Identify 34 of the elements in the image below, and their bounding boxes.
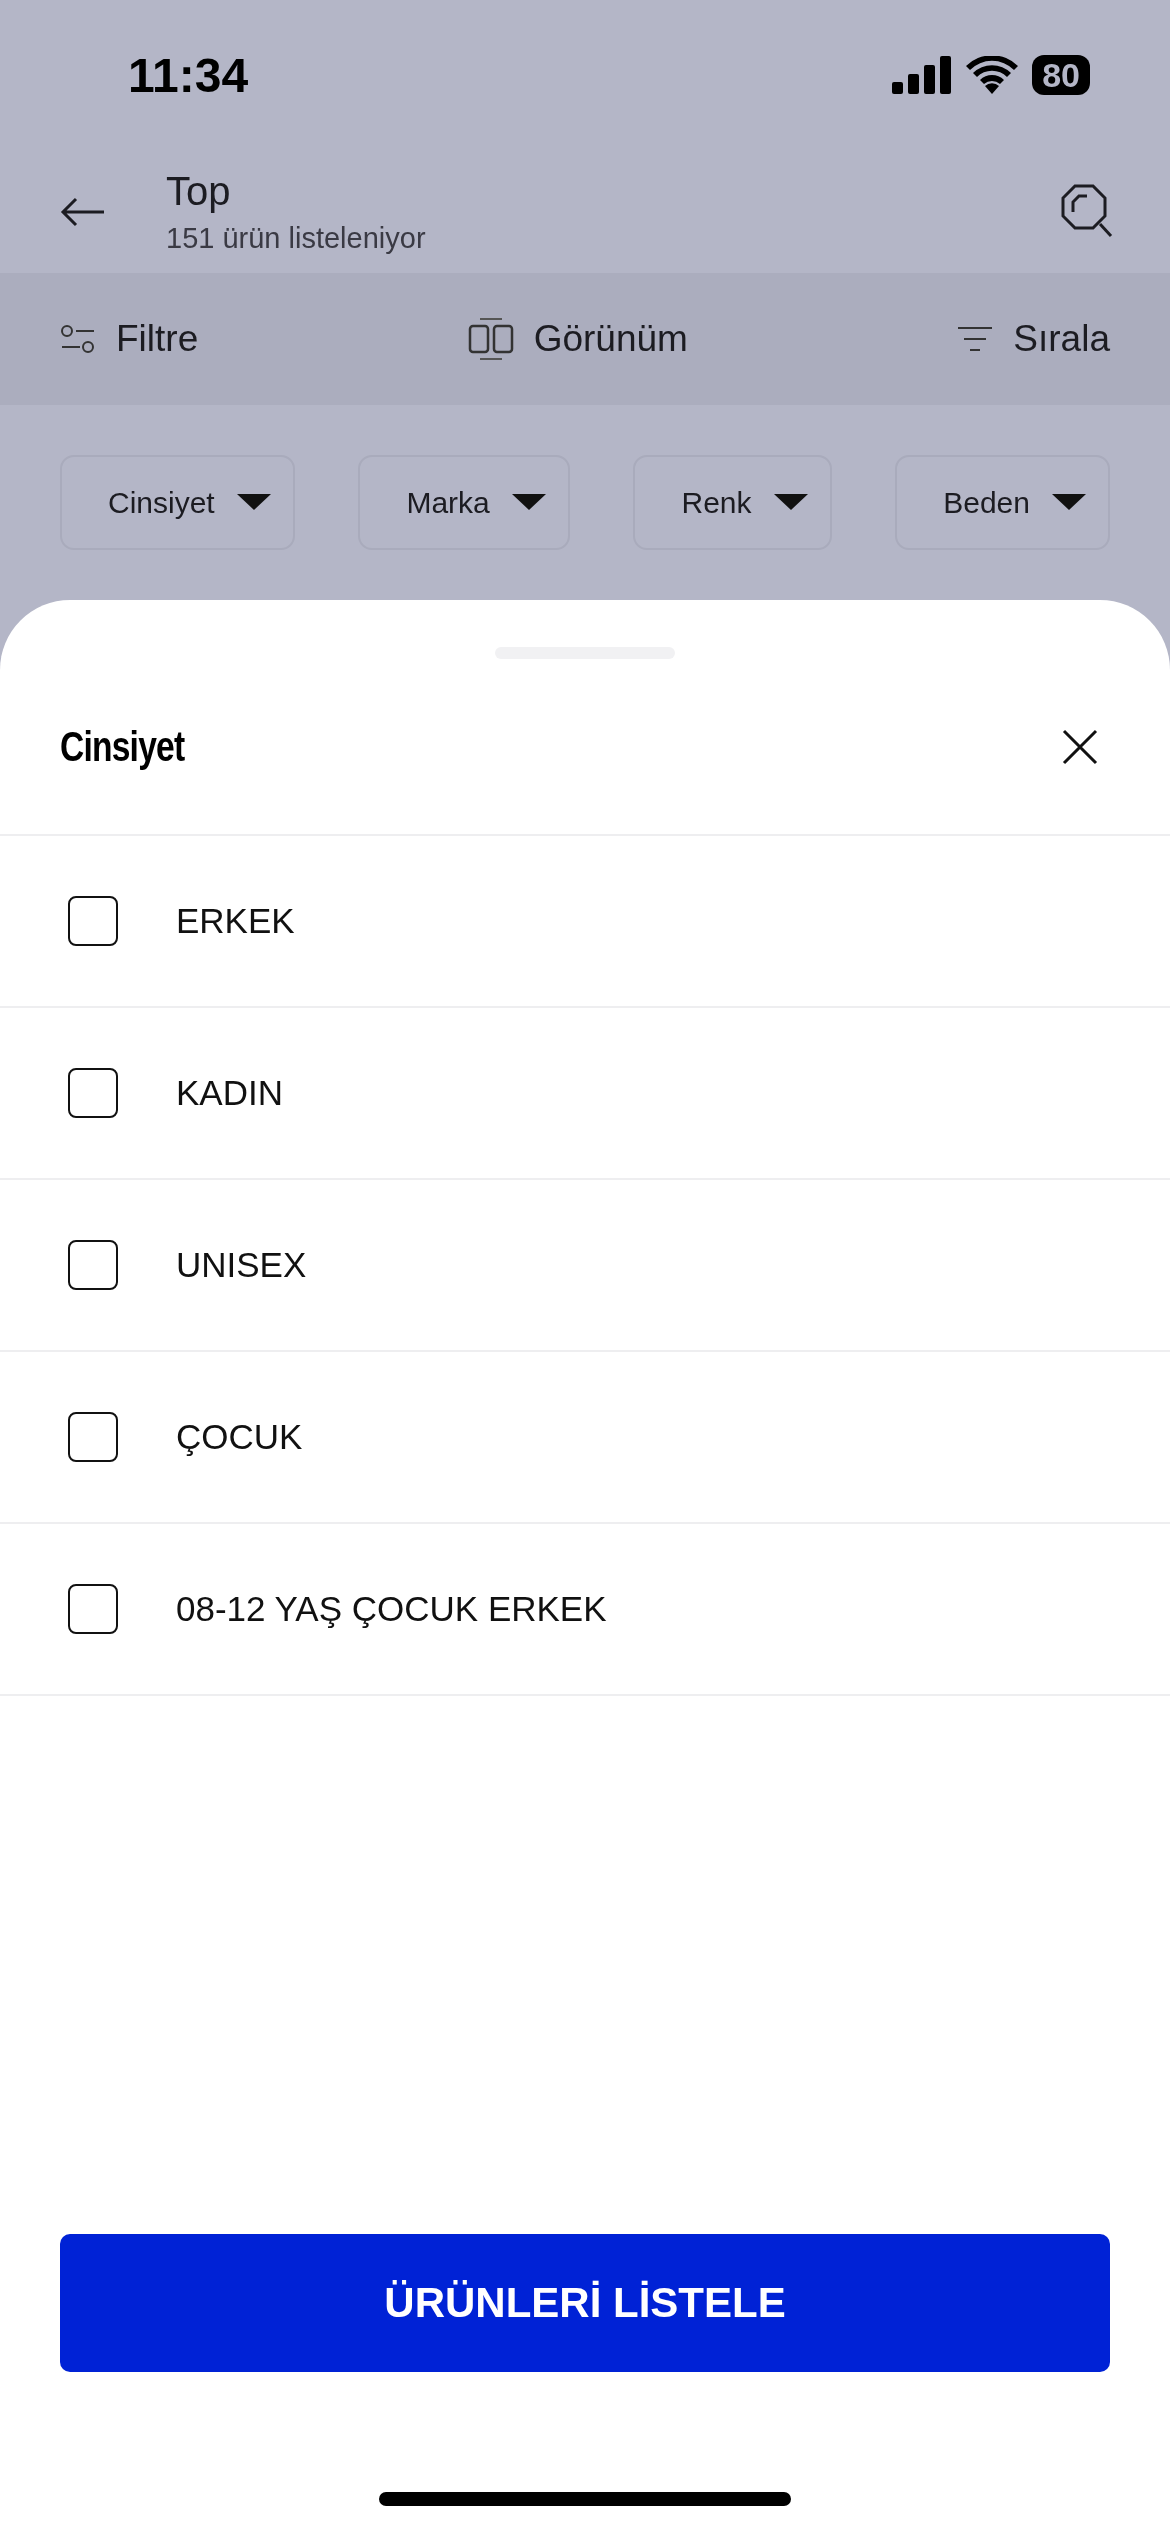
caret-icon	[1051, 493, 1086, 512]
checkbox[interactable]	[68, 1584, 118, 1634]
filter-dropdown[interactable]: Marka	[358, 455, 570, 550]
battery-indicator: 80	[1032, 55, 1090, 95]
wifi-icon	[966, 56, 1019, 94]
signal-icon	[892, 56, 953, 94]
caret-icon	[773, 493, 808, 512]
filter-sliders-icon	[60, 324, 96, 354]
option-label[interactable]: 08-12 YAŞ ÇOCUK ERKEK	[176, 1589, 607, 1629]
product-count: 151 ürün listeleniyor	[166, 221, 427, 255]
sort-button[interactable]: Sırala	[957, 318, 1110, 360]
view-button[interactable]: Görünüm	[467, 317, 688, 361]
option-label[interactable]: ÇOCUK	[176, 1417, 303, 1457]
status-time: 11:34	[128, 47, 249, 103]
close-icon[interactable]	[1062, 728, 1098, 765]
sort-icon	[957, 326, 994, 352]
option-label[interactable]: UNISEX	[176, 1245, 307, 1285]
option-label[interactable]: KADIN	[176, 1073, 283, 1113]
filter-dropdown[interactable]: Cinsiyet	[60, 455, 295, 550]
filter-button[interactable]: Filtre	[60, 318, 199, 360]
filter-dropdown[interactable]: Beden	[895, 455, 1110, 550]
checkbox[interactable]	[68, 896, 118, 946]
checkbox[interactable]	[68, 1240, 118, 1290]
option-label[interactable]: ERKEK	[176, 901, 295, 941]
page-title: Top	[166, 168, 232, 214]
grid-view-icon	[467, 317, 514, 361]
caret-icon	[511, 493, 546, 512]
checkbox[interactable]	[68, 1412, 118, 1462]
sheet-title: Cinsiyet	[60, 722, 185, 771]
list-products-button[interactable]: ÜRÜNLERİ LİSTELE	[60, 2234, 1110, 2372]
caret-icon	[236, 493, 271, 512]
back-arrow-icon[interactable]	[60, 196, 106, 227]
checkbox[interactable]	[68, 1068, 118, 1118]
filter-dropdown[interactable]: Renk	[633, 455, 832, 550]
